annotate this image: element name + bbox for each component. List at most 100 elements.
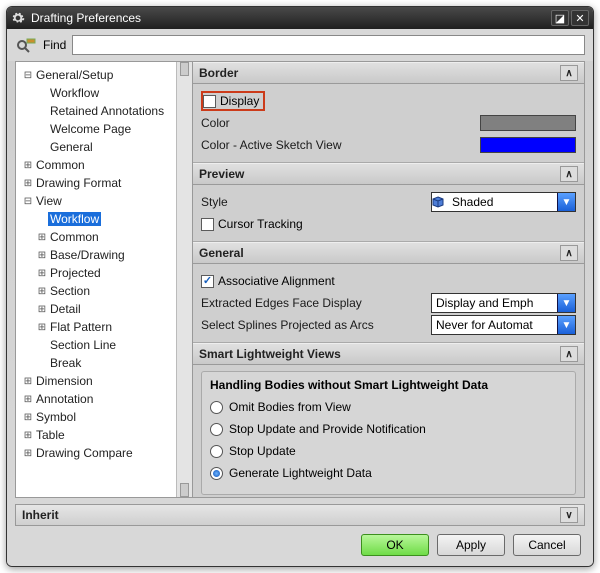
tree-item-label: Dimension	[34, 374, 95, 388]
tree-item-label: Section Line	[48, 338, 118, 352]
extracted-value: Display and Emph	[432, 296, 557, 310]
slv-radio[interactable]	[210, 401, 223, 414]
expand-icon[interactable]: ⊞	[22, 160, 34, 171]
color-active-label: Color - Active Sketch View	[201, 138, 480, 152]
section-header-inherit[interactable]: Inherit ∨	[15, 504, 585, 526]
expand-icon[interactable]: ⊞	[36, 268, 48, 279]
apply-button[interactable]: Apply	[437, 534, 505, 556]
chevron-up-icon[interactable]: ∧	[560, 346, 578, 362]
slv-radio-label: Stop Update	[229, 444, 296, 458]
chevron-up-icon[interactable]: ∧	[560, 65, 578, 81]
find-input[interactable]	[72, 35, 585, 55]
nav-tree[interactable]: ⊟General/SetupWorkflowRetained Annotatio…	[16, 62, 176, 497]
settings-panel: Border ∧ Display Color Color - Active Sk…	[193, 61, 585, 498]
collapse-icon[interactable]: ⊟	[22, 196, 34, 207]
section-title: General	[199, 246, 560, 260]
chevron-up-icon[interactable]: ∧	[560, 166, 578, 182]
tree-item[interactable]: ⊞Dimension	[18, 372, 174, 390]
style-select[interactable]: Shaded ▼	[431, 192, 576, 212]
expand-icon[interactable]: ⊞	[36, 304, 48, 315]
tree-item-label: Projected	[48, 266, 103, 280]
tree-item-label: Retained Annotations	[48, 104, 166, 118]
section-header-slv[interactable]: Smart Lightweight Views ∧	[193, 343, 584, 365]
tree-item[interactable]: ⊞Symbol	[18, 408, 174, 426]
tree-item-label: Drawing Format	[34, 176, 123, 190]
tree-item-label: Section	[48, 284, 92, 298]
expand-icon[interactable]: ⊞	[22, 412, 34, 423]
splines-select[interactable]: Never for Automat ▼	[431, 315, 576, 335]
expand-icon[interactable]: ⊞	[22, 376, 34, 387]
ok-button[interactable]: OK	[361, 534, 429, 556]
tree-item[interactable]: ⊟General/Setup	[18, 66, 174, 84]
display-checkbox-highlight: Display	[201, 91, 265, 111]
section-header-border[interactable]: Border ∧	[193, 62, 584, 84]
tree-item[interactable]: ⊞Flat Pattern	[18, 318, 174, 336]
expand-icon[interactable]: ⊞	[22, 178, 34, 189]
tree-item[interactable]: General	[18, 138, 174, 156]
cube-icon	[432, 196, 444, 208]
cursor-tracking-checkbox[interactable]	[201, 218, 214, 231]
color-swatch[interactable]	[480, 115, 576, 131]
tree-item[interactable]: ⊞Annotation	[18, 390, 174, 408]
expand-icon[interactable]: ⊞	[22, 430, 34, 441]
slv-radio-label: Generate Lightweight Data	[229, 466, 372, 480]
slv-radio-label: Omit Bodies from View	[229, 400, 351, 414]
slv-radio[interactable]	[210, 467, 223, 480]
section-header-general[interactable]: General ∧	[193, 242, 584, 264]
tree-item[interactable]: ⊞Common	[18, 156, 174, 174]
section-header-preview[interactable]: Preview ∧	[193, 163, 584, 185]
tree-item-label: Break	[48, 356, 83, 370]
cancel-button[interactable]: Cancel	[513, 534, 581, 556]
chevron-down-icon: ▼	[557, 316, 575, 334]
color-active-swatch[interactable]	[480, 137, 576, 153]
tree-item[interactable]: Retained Annotations	[18, 102, 174, 120]
expand-icon[interactable]: ⊞	[22, 448, 34, 459]
tree-item[interactable]: ⊞Detail	[18, 300, 174, 318]
tree-item[interactable]: Break	[18, 354, 174, 372]
tree-item[interactable]: Section Line	[18, 336, 174, 354]
tree-item[interactable]: Welcome Page	[18, 120, 174, 138]
find-icon	[15, 36, 37, 54]
gear-icon	[11, 11, 25, 25]
tree-item[interactable]: ⊞Drawing Compare	[18, 444, 174, 462]
expand-icon[interactable]: ⊞	[22, 394, 34, 405]
expand-icon[interactable]: ⊞	[36, 232, 48, 243]
expand-icon[interactable]: ⊞	[36, 322, 48, 333]
tree-item[interactable]: Workflow	[18, 84, 174, 102]
extracted-label: Extracted Edges Face Display	[201, 296, 431, 310]
collapse-icon[interactable]: ⊟	[22, 70, 34, 81]
tree-item-label: General/Setup	[34, 68, 115, 82]
expand-icon[interactable]: ⊞	[36, 250, 48, 261]
tree-item[interactable]: ⊞Drawing Format	[18, 174, 174, 192]
tree-item-label: Common	[34, 158, 87, 172]
tree-item[interactable]: ⊞Base/Drawing	[18, 246, 174, 264]
tree-item[interactable]: Workflow	[18, 210, 174, 228]
close-button[interactable]: ✕	[571, 10, 589, 26]
tree-item-label: Detail	[48, 302, 83, 316]
color-label: Color	[201, 116, 480, 130]
expand-icon[interactable]: ⊞	[36, 286, 48, 297]
assoc-alignment-checkbox[interactable]	[201, 275, 214, 288]
button-bar: OK Apply Cancel	[7, 526, 593, 566]
tree-item-label: Welcome Page	[48, 122, 133, 136]
window-title: Drafting Preferences	[31, 11, 549, 25]
undock-button[interactable]: ◪	[551, 10, 569, 26]
tree-item[interactable]: ⊞Table	[18, 426, 174, 444]
display-checkbox[interactable]	[203, 95, 216, 108]
slv-subtitle: Handling Bodies without Smart Lightweigh…	[210, 378, 567, 392]
chevron-up-icon[interactable]: ∧	[560, 245, 578, 261]
tree-item[interactable]: ⊞Section	[18, 282, 174, 300]
tree-item[interactable]: ⊞Projected	[18, 264, 174, 282]
inherit-section: Inherit ∨	[15, 504, 585, 526]
extracted-select[interactable]: Display and Emph ▼	[431, 293, 576, 313]
slv-radio[interactable]	[210, 445, 223, 458]
tree-scrollbar[interactable]	[176, 62, 192, 497]
find-label: Find	[43, 38, 66, 52]
tree-item-label: Annotation	[34, 392, 95, 406]
chevron-down-icon[interactable]: ∨	[560, 507, 578, 523]
slv-radio[interactable]	[210, 423, 223, 436]
section-title: Preview	[199, 167, 560, 181]
tree-item[interactable]: ⊟View	[18, 192, 174, 210]
splines-label: Select Splines Projected as Arcs	[201, 318, 431, 332]
tree-item[interactable]: ⊞Common	[18, 228, 174, 246]
